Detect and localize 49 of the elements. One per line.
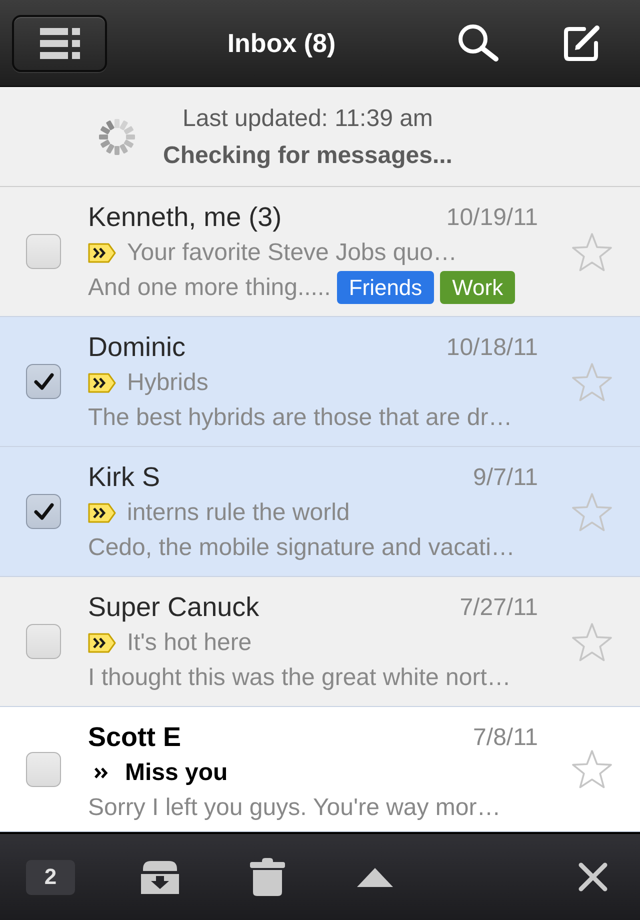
checkbox[interactable]: [26, 234, 61, 269]
sender-name: Super Canuck: [88, 592, 260, 623]
checkbox[interactable]: [26, 364, 61, 399]
checkbox[interactable]: [26, 494, 61, 529]
subject-text: interns rule the world: [127, 498, 350, 526]
checkbox[interactable]: [26, 624, 61, 659]
subject-text: Miss you: [125, 758, 228, 786]
sender-name: Dominic: [88, 332, 186, 363]
subject-text: It's hot here: [127, 628, 252, 656]
star-icon[interactable]: [571, 622, 613, 662]
star-icon[interactable]: [571, 232, 613, 272]
sender-name: Scott E: [88, 722, 182, 753]
message-date: 7/8/11: [473, 724, 539, 752]
checkmark-icon: [34, 372, 54, 390]
archive-icon[interactable]: [140, 859, 180, 895]
snippet-text: And one more thing.....: [88, 274, 331, 302]
snippet-text: I thought this was the great white nort…: [88, 664, 511, 692]
message-date: 9/7/11: [473, 464, 539, 492]
sender-name: Kenneth, me (3): [88, 202, 282, 233]
star-icon[interactable]: [571, 362, 613, 402]
message-row[interactable]: Kirk S 9/7/11 interns rule the world Cedo, the mobile signature and vacati…: [0, 447, 640, 577]
menu-button[interactable]: [12, 14, 107, 72]
close-icon[interactable]: [578, 862, 608, 892]
message-date: 10/18/11: [446, 334, 539, 362]
caret-up-icon[interactable]: [357, 868, 393, 886]
message-row[interactable]: Super Canuck 7/27/11 It's hot here I thought this was the great white nort…: [0, 577, 640, 707]
checking-status-text: Checking for messages...: [163, 140, 452, 170]
snippet-text: Cedo, the mobile signature and vacati…: [88, 534, 515, 562]
star-icon[interactable]: [571, 492, 613, 532]
inbox-title: Inbox (8): [227, 28, 336, 58]
trash-icon[interactable]: [250, 857, 285, 897]
spinner-icon: [98, 118, 136, 156]
snippet-text: The best hybrids are those that are dr…: [88, 404, 512, 432]
subject-text: Your favorite Steve Jobs quo…: [127, 238, 457, 266]
last-updated-text: Last updated: 11:39 am: [182, 104, 433, 134]
message-date: 7/27/11: [460, 594, 539, 622]
compose-icon[interactable]: [564, 25, 602, 61]
message-row[interactable]: Dominic 10/18/11 Hybrids The best hybrids are those that are dr…: [0, 317, 640, 447]
checkbox[interactable]: [26, 752, 61, 786]
message-date: 10/19/11: [446, 204, 539, 232]
sender-name: Kirk S: [88, 462, 160, 493]
message-row[interactable]: Kenneth, me (3) 10/19/11 Your favorite Steve Jobs quo… And one more thing..... Friends Work: [0, 187, 640, 317]
snippet-text: Sorry I left you guys. You're way mor…: [88, 794, 501, 822]
star-icon[interactable]: [571, 749, 613, 789]
selection-count: 2: [26, 860, 75, 894]
subject-text: Hybrids: [127, 368, 208, 396]
label-tag[interactable]: Friends: [336, 271, 434, 304]
checkmark-icon: [34, 502, 54, 520]
menu-icon: [40, 28, 80, 58]
